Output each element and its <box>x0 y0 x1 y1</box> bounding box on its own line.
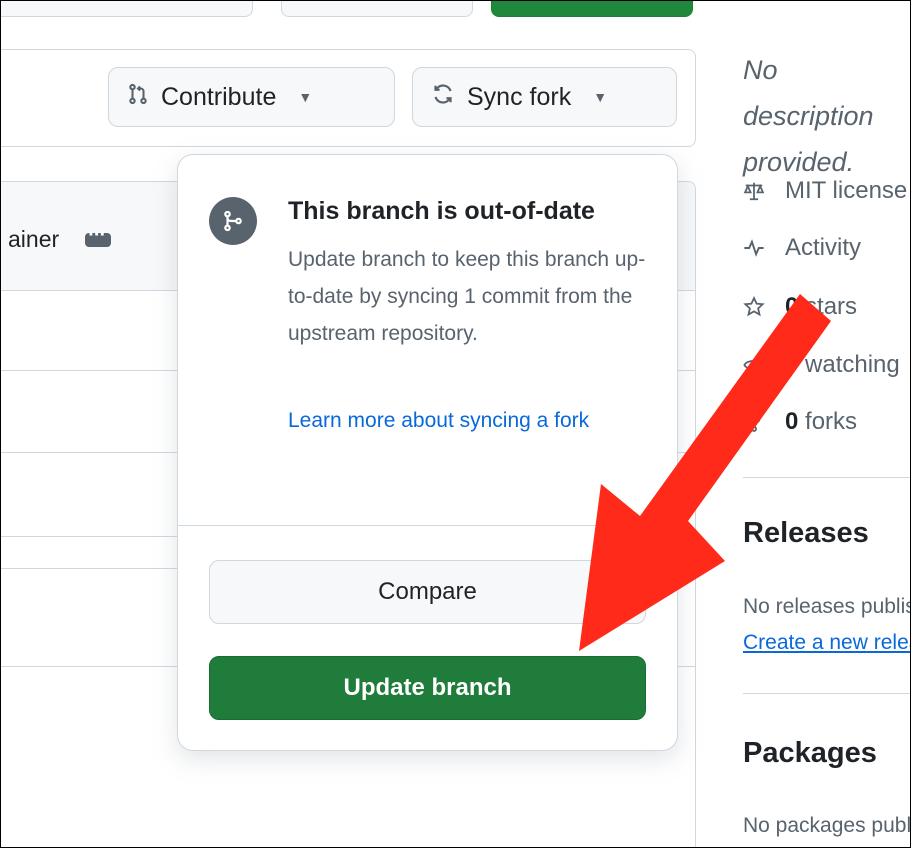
releases-text: No releases published <box>743 595 910 618</box>
code-button-partial[interactable] <box>491 1 693 17</box>
sidebar-divider <box>743 693 910 694</box>
stars-link[interactable]: 0 stars <box>743 293 857 321</box>
repo-forked-icon <box>743 411 765 433</box>
activity-link[interactable]: Activity <box>743 234 861 262</box>
forks-count: 0 <box>785 408 799 435</box>
license-link[interactable]: MIT license <box>743 177 907 205</box>
sync-icon <box>431 82 455 113</box>
pull-request-icon <box>127 82 149 113</box>
releases-heading[interactable]: Releases <box>743 517 869 550</box>
screenshot-frame: Contribute ▼ Sync fork ▼ ainer No descri… <box>0 0 911 848</box>
law-icon <box>743 180 765 202</box>
update-branch-button[interactable]: Update branch <box>209 656 646 720</box>
compare-button[interactable]: Compare <box>209 560 646 624</box>
activity-label: Activity <box>785 234 862 261</box>
pulse-icon <box>743 237 765 259</box>
sync-fork-button[interactable]: Sync fork ▼ <box>412 67 677 127</box>
sync-fork-label: Sync fork <box>467 82 572 111</box>
popover-body: Update branch to keep this branch up-to-… <box>288 248 646 345</box>
watching-count: 0 <box>785 351 799 378</box>
author-name[interactable]: ainer <box>8 226 59 253</box>
license-label: MIT license <box>785 177 908 204</box>
top-button-partial[interactable] <box>1 1 253 17</box>
stars-label: stars <box>798 293 858 320</box>
forks-link[interactable]: 0 forks <box>743 408 857 436</box>
forks-label: forks <box>798 408 858 435</box>
sidebar-divider <box>743 477 910 478</box>
eye-icon <box>743 354 765 376</box>
contribute-label: Contribute <box>161 82 277 111</box>
watching-label: watching <box>798 351 900 378</box>
repo-description: No description provided. <box>743 55 874 177</box>
top-button-partial-2[interactable] <box>281 1 473 17</box>
create-release-link[interactable]: Create a new release <box>743 631 910 655</box>
packages-heading[interactable]: Packages <box>743 737 877 770</box>
sync-docs-link[interactable]: Learn more about syncing a fork <box>288 402 638 439</box>
chevron-down-icon: ▼ <box>298 89 313 105</box>
stars-count: 0 <box>785 293 799 320</box>
chevron-down-icon: ▼ <box>593 89 608 105</box>
ellipsis-icon[interactable] <box>85 224 112 247</box>
sync-fork-popover: This branch is out-of-date Update branch… <box>177 154 678 751</box>
git-branch-icon <box>209 197 257 245</box>
watching-link[interactable]: 0 watching <box>743 351 900 379</box>
packages-text: No packages published <box>743 814 911 837</box>
popover-title: This branch is out-of-date <box>288 197 595 225</box>
popover-divider <box>178 525 677 526</box>
star-icon <box>743 296 765 318</box>
latest-commit-author: ainer <box>8 224 112 253</box>
contribute-button[interactable]: Contribute ▼ <box>108 67 395 127</box>
